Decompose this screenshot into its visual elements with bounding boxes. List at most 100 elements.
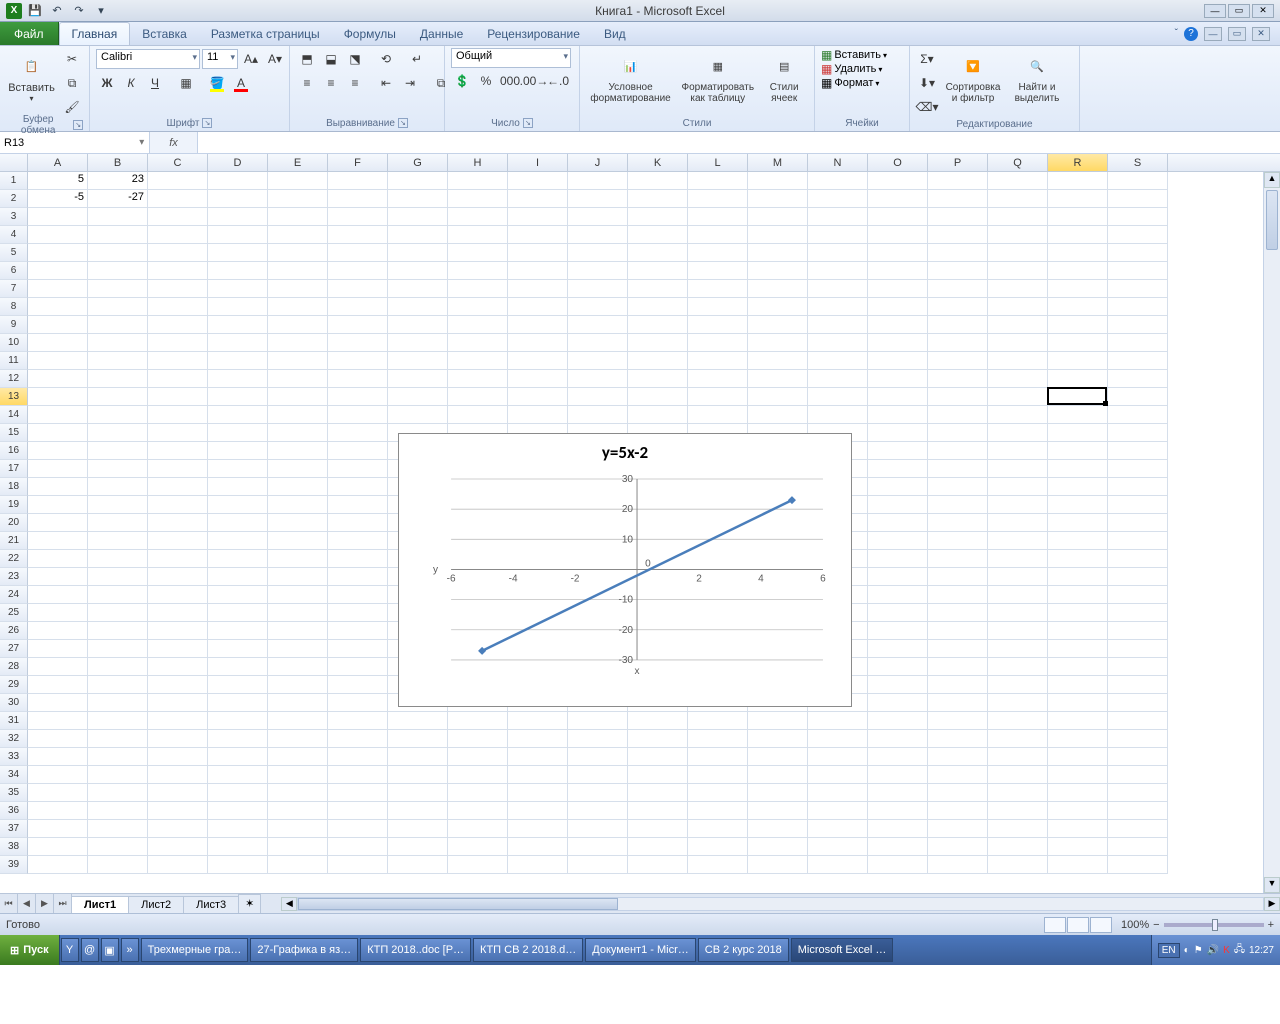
wrap-text-icon[interactable]: ↵	[406, 48, 428, 70]
decrease-indent-icon[interactable]: ⇤	[375, 72, 397, 94]
sheet-tab[interactable]: Лист2	[128, 896, 184, 913]
cell[interactable]	[988, 712, 1048, 730]
row-header[interactable]: 13	[0, 388, 28, 406]
fx-icon[interactable]: fx	[150, 132, 198, 153]
cell[interactable]	[208, 298, 268, 316]
cell[interactable]	[688, 388, 748, 406]
cell[interactable]	[568, 784, 628, 802]
cell[interactable]	[388, 370, 448, 388]
cell[interactable]	[808, 748, 868, 766]
cell[interactable]	[328, 442, 388, 460]
cell[interactable]	[808, 280, 868, 298]
cell[interactable]	[1048, 622, 1108, 640]
cell[interactable]	[748, 388, 808, 406]
cell[interactable]	[28, 568, 88, 586]
cell[interactable]	[568, 406, 628, 424]
wb-restore-button[interactable]: ▭	[1228, 27, 1246, 41]
cell[interactable]	[1108, 676, 1168, 694]
cell[interactable]	[628, 748, 688, 766]
cell[interactable]	[688, 316, 748, 334]
cell[interactable]	[268, 712, 328, 730]
cell[interactable]	[28, 856, 88, 874]
cell[interactable]	[88, 604, 148, 622]
cell[interactable]	[328, 316, 388, 334]
row-header[interactable]: 4	[0, 226, 28, 244]
cell[interactable]	[448, 802, 508, 820]
cell[interactable]	[268, 442, 328, 460]
cell[interactable]	[868, 352, 928, 370]
cell[interactable]	[928, 766, 988, 784]
row-header[interactable]: 10	[0, 334, 28, 352]
cell[interactable]	[1048, 298, 1108, 316]
tray-icon[interactable]: K	[1223, 945, 1230, 956]
cell[interactable]	[628, 856, 688, 874]
cell[interactable]	[1048, 460, 1108, 478]
cell[interactable]	[508, 388, 568, 406]
cell[interactable]	[148, 334, 208, 352]
cell[interactable]	[688, 298, 748, 316]
row-header[interactable]: 8	[0, 298, 28, 316]
cell[interactable]	[1108, 784, 1168, 802]
cell[interactable]	[28, 406, 88, 424]
cell[interactable]	[748, 190, 808, 208]
cell[interactable]	[28, 442, 88, 460]
cell[interactable]	[148, 784, 208, 802]
cell[interactable]	[1048, 244, 1108, 262]
row-header[interactable]: 23	[0, 568, 28, 586]
align-bottom-icon[interactable]: ⬔	[344, 48, 366, 70]
cell[interactable]	[88, 712, 148, 730]
cell[interactable]	[928, 352, 988, 370]
cell[interactable]	[328, 388, 388, 406]
cell[interactable]	[28, 514, 88, 532]
cell[interactable]	[1108, 550, 1168, 568]
cell[interactable]	[508, 370, 568, 388]
cell[interactable]	[1048, 532, 1108, 550]
cell[interactable]	[928, 712, 988, 730]
row-header[interactable]: 22	[0, 550, 28, 568]
tab-Главная[interactable]: Главная	[59, 22, 131, 45]
row-header[interactable]: 34	[0, 766, 28, 784]
horizontal-scrollbar[interactable]: ◀ ▶	[281, 894, 1280, 913]
cell[interactable]	[988, 208, 1048, 226]
cell[interactable]	[268, 820, 328, 838]
cell[interactable]	[328, 478, 388, 496]
cell[interactable]	[88, 460, 148, 478]
undo-icon[interactable]: ↶	[48, 2, 66, 20]
cell[interactable]	[748, 730, 808, 748]
cell[interactable]	[928, 244, 988, 262]
cell[interactable]	[88, 658, 148, 676]
cell[interactable]	[208, 244, 268, 262]
row-header[interactable]: 36	[0, 802, 28, 820]
cell[interactable]	[928, 568, 988, 586]
cell[interactable]	[88, 694, 148, 712]
cell[interactable]	[208, 568, 268, 586]
cell[interactable]	[868, 280, 928, 298]
cell[interactable]	[508, 748, 568, 766]
cell[interactable]	[328, 244, 388, 262]
cell[interactable]	[748, 298, 808, 316]
cell[interactable]	[928, 604, 988, 622]
cell[interactable]	[88, 676, 148, 694]
cell[interactable]	[1108, 532, 1168, 550]
cell[interactable]	[628, 280, 688, 298]
cell[interactable]	[628, 370, 688, 388]
cell[interactable]	[88, 316, 148, 334]
cell[interactable]	[808, 352, 868, 370]
cell[interactable]	[1048, 388, 1108, 406]
cell[interactable]	[28, 532, 88, 550]
cell[interactable]	[388, 244, 448, 262]
cell[interactable]	[748, 316, 808, 334]
cell[interactable]	[808, 190, 868, 208]
cell[interactable]	[28, 838, 88, 856]
copy-icon[interactable]: ⧉	[61, 72, 83, 94]
column-header[interactable]: H	[448, 154, 508, 171]
increase-decimal-icon[interactable]: .00→	[523, 70, 545, 92]
ql-mail-icon[interactable]: @	[81, 938, 99, 962]
cell[interactable]	[868, 442, 928, 460]
cell[interactable]	[508, 730, 568, 748]
cell[interactable]	[448, 748, 508, 766]
cell[interactable]	[328, 208, 388, 226]
cell[interactable]	[928, 370, 988, 388]
cell[interactable]	[988, 550, 1048, 568]
cell[interactable]	[148, 532, 208, 550]
